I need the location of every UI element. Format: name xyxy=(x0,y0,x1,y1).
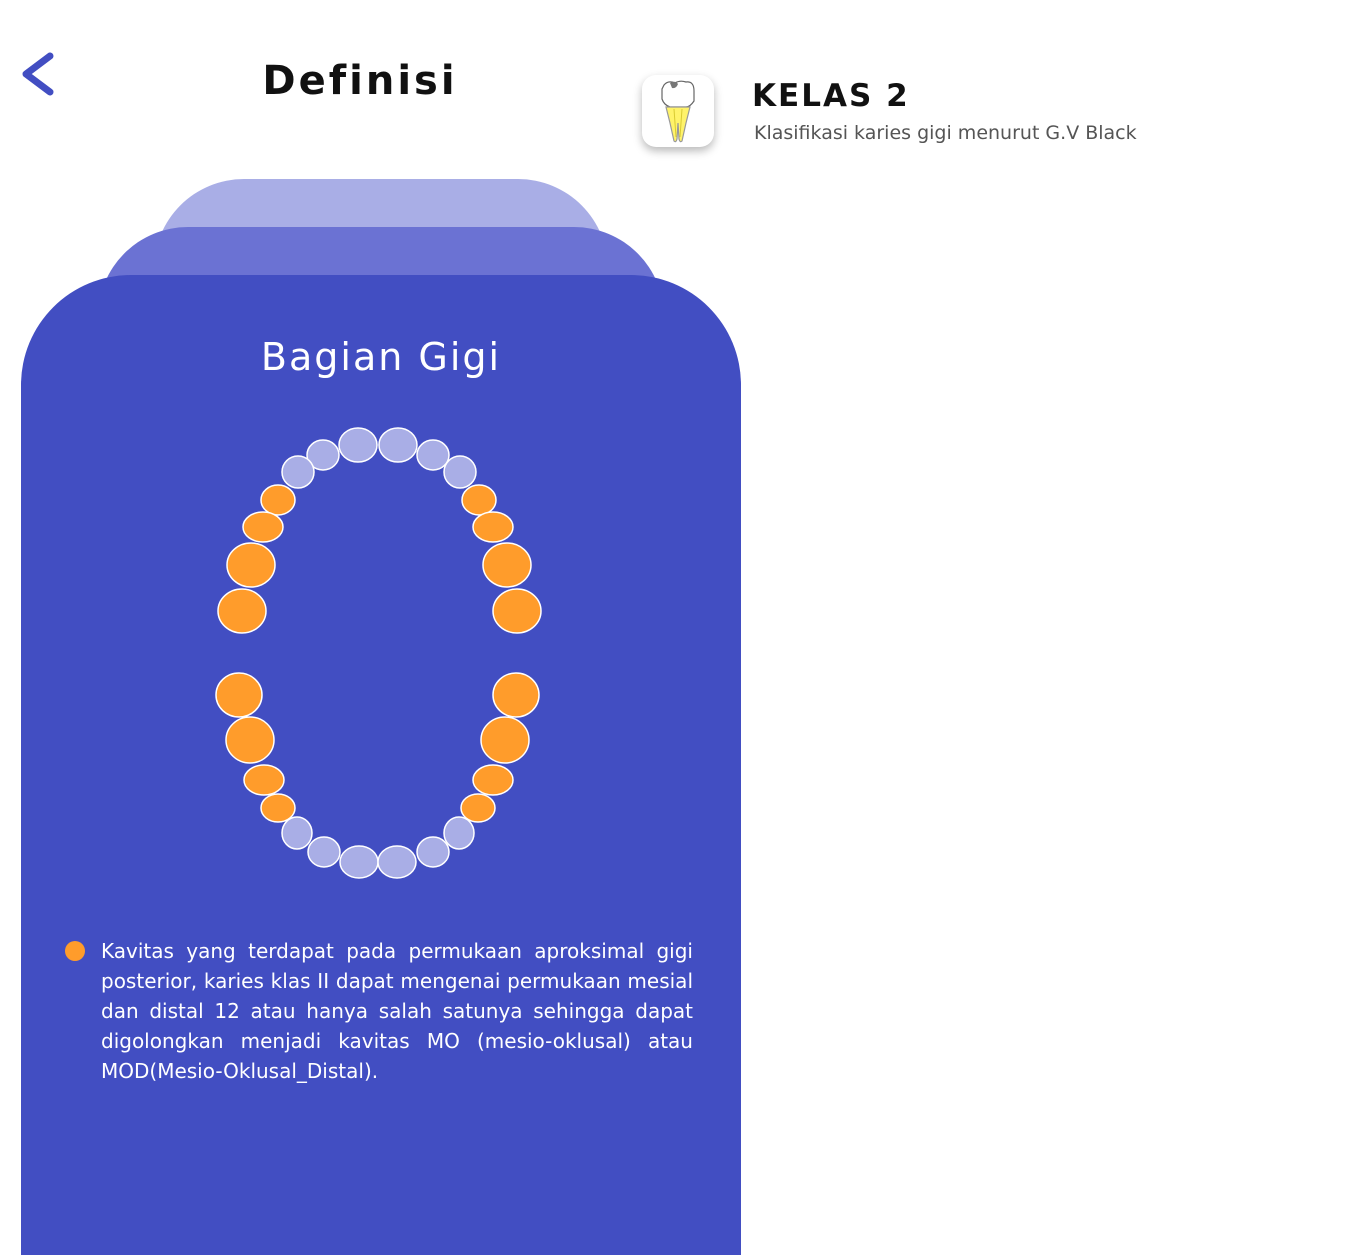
upper-canine xyxy=(443,455,477,489)
tooth-icon xyxy=(642,75,714,147)
content-card: Bagian Gigi Kavitas yang terdapat pada p… xyxy=(21,275,741,1255)
lower-molar xyxy=(215,672,263,718)
dental-arch-diagram xyxy=(201,425,561,885)
class-title: KELAS 2 xyxy=(752,78,910,114)
card-title: Bagian Gigi xyxy=(260,335,502,379)
lower-incisor xyxy=(377,845,417,879)
lower-incisor xyxy=(416,836,450,868)
lower-molar xyxy=(492,672,540,718)
lower-premolar xyxy=(460,793,496,823)
lower-premolar xyxy=(260,793,296,823)
upper-incisor xyxy=(416,439,450,471)
lower-canine xyxy=(281,816,313,850)
lower-molar xyxy=(480,716,530,764)
upper-molar xyxy=(482,542,532,588)
upper-premolar xyxy=(260,484,296,516)
lower-premolar xyxy=(243,764,285,796)
upper-molar xyxy=(217,588,267,634)
lower-incisor xyxy=(307,836,341,868)
class-subtitle: Klasifikasi karies gigi menurut G.V Blac… xyxy=(754,122,1137,144)
upper-premolar xyxy=(242,511,284,543)
dental-arch-svg xyxy=(215,427,542,879)
lower-canine xyxy=(443,816,475,850)
upper-premolar xyxy=(472,511,514,543)
lower-premolar xyxy=(472,764,514,796)
lower-molar xyxy=(225,716,275,764)
page-title: Definisi xyxy=(262,58,458,104)
upper-incisor xyxy=(378,427,418,463)
lower-incisor xyxy=(339,845,379,879)
upper-premolar xyxy=(461,484,497,516)
description-text: Kavitas yang terdapat pada permukaan apr… xyxy=(101,939,693,1083)
back-button[interactable] xyxy=(14,48,62,98)
bullet-dot-icon xyxy=(65,941,85,961)
upper-incisor xyxy=(338,427,378,463)
upper-molar xyxy=(492,588,542,634)
upper-molar xyxy=(226,542,276,588)
upper-canine xyxy=(281,455,315,489)
chevron-left-icon xyxy=(22,52,54,96)
